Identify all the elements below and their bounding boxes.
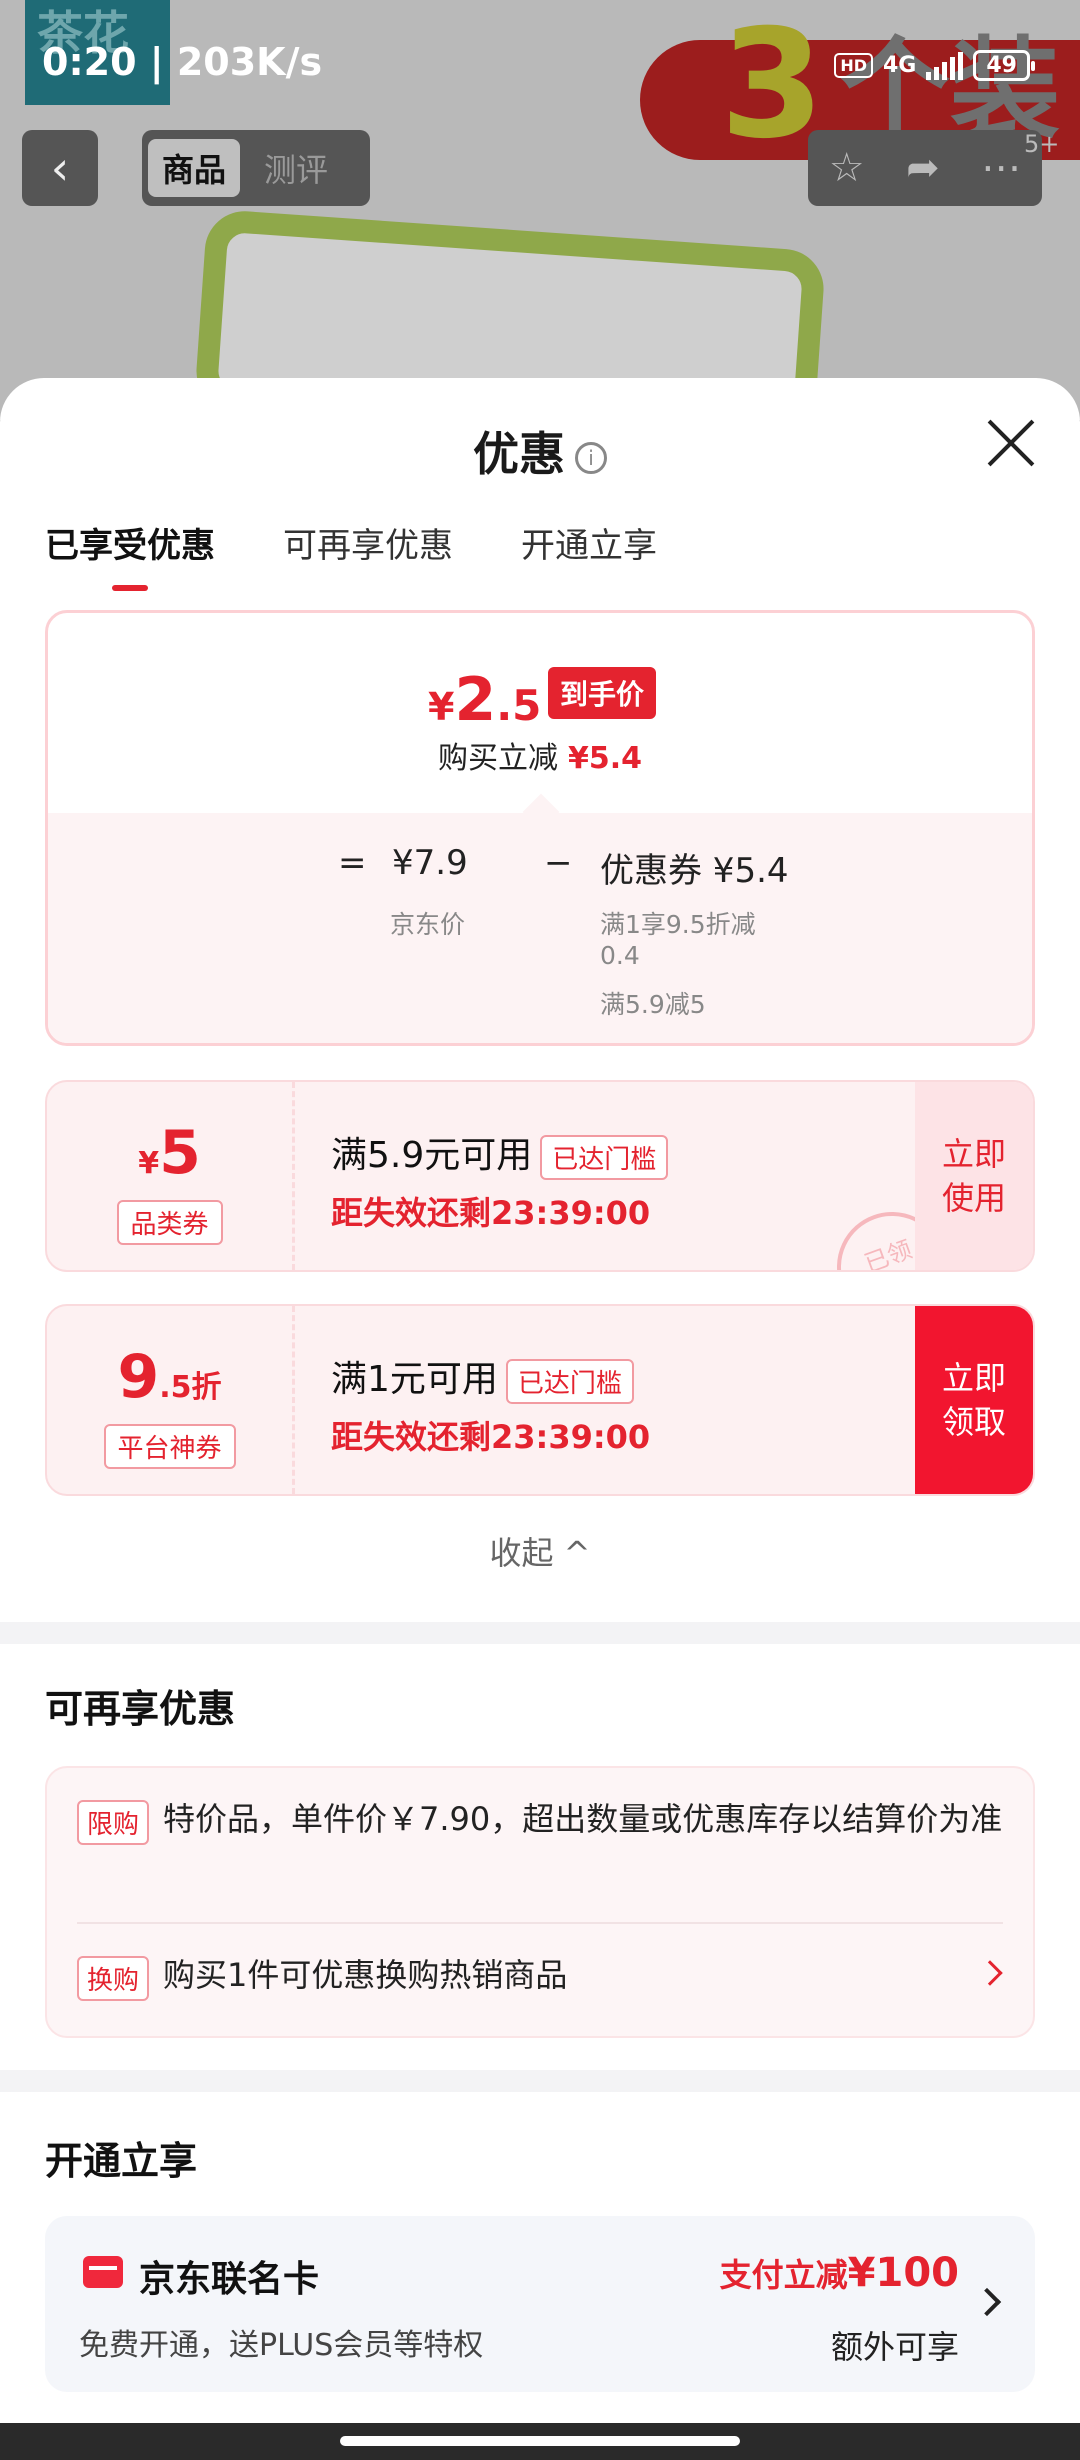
coupon-card: ¥5 品类券 满5.9元可用 已达门槛 距失效还剩23:39:00 已领 立即 使用 xyxy=(45,1080,1035,1272)
sheet-header: 优惠 i xyxy=(0,378,1080,481)
section-divider xyxy=(0,1622,1080,1644)
list-item: 限购 特价品，单件价￥7.90，超出数量或优惠库存以结算价为准 xyxy=(77,1794,1003,1845)
more-icon[interactable]: ⋯ xyxy=(981,145,1021,191)
nav-tabs: 商品 测评 xyxy=(142,130,370,206)
price-summary: ¥2.5 到手价 购买立减 ¥5.4 = ¥7.9 − 优惠券 ¥5.4 京东价 … xyxy=(45,610,1035,1046)
coupon-yen: ¥ xyxy=(138,1146,160,1181)
exchange-tag: 换购 xyxy=(77,1956,150,2001)
status-time: 0:20 | 203K/s xyxy=(42,40,323,84)
card-reduce: 支付立减¥100 xyxy=(720,2250,959,2296)
discount-tabs: 已享受优惠 可再享优惠 开通立享 xyxy=(45,518,657,591)
coupon-condition-text: 满5.9元可用 xyxy=(331,1135,533,1176)
coupon-expire: 距失效还剩23:39:00 xyxy=(331,1418,651,1456)
reduce-line: 购买立减 ¥5.4 xyxy=(48,733,1032,777)
price-breakdown: = ¥7.9 − 优惠券 ¥5.4 京东价 满1享9.5折减 0.4 满5.9减… xyxy=(48,813,1032,1043)
coupon-value: ¥5 xyxy=(47,1118,292,1188)
coupon-type-tag: 平台神券 xyxy=(103,1424,236,1469)
card-name: 京东联名卡 xyxy=(139,2259,320,2300)
more-discount-box: 限购 特价品，单件价￥7.90，超出数量或优惠库存以结算价为准 换购 购买1件可… xyxy=(45,1766,1035,2038)
use-now-button[interactable]: 立即 使用 xyxy=(915,1082,1033,1270)
coupon-amount: 9 xyxy=(117,1342,160,1412)
limit-tag: 限购 xyxy=(77,1800,150,1845)
home-indicator[interactable] xyxy=(340,2436,740,2446)
final-price: ¥2.5 xyxy=(428,665,541,735)
sheet-title: 优惠 i xyxy=(0,418,1080,484)
limit-text: 特价品，单件价￥7.90，超出数量或优惠库存以结算价为准 xyxy=(163,1800,1003,1838)
chevron-right-icon[interactable] xyxy=(972,2287,1002,2317)
section-divider xyxy=(0,2070,1080,2092)
sheet-title-text: 优惠 xyxy=(473,427,565,481)
final-price-tag: 到手价 xyxy=(548,667,657,719)
divider xyxy=(77,1922,1003,1924)
tab-enjoyed[interactable]: 已享受优惠 xyxy=(45,518,215,591)
coupon-amount: 5 xyxy=(159,1118,201,1188)
nav-actions: ☆ ➦ ⋯ xyxy=(808,130,1042,206)
back-button[interactable]: ‹ xyxy=(22,130,98,206)
coupon-card: 9.5折 平台神券 满1元可用 已达门槛 距失效还剩23:39:00 立即领取 xyxy=(45,1304,1035,1496)
hd-icon: HD xyxy=(834,53,873,78)
coupon-condition: 满5.9元可用 已达门槛 xyxy=(331,1126,669,1180)
final-price-yen: ¥ xyxy=(428,685,455,729)
coupon-type-tag: 品类券 xyxy=(116,1200,223,1245)
tab-product[interactable]: 商品 xyxy=(148,139,241,197)
final-price-int: 2 xyxy=(454,665,497,735)
signal-icon xyxy=(926,51,964,80)
exchange-text: 购买1件可优惠换购热销商品 xyxy=(163,1956,568,1994)
coupon-condition: 满1元可用 已达门槛 xyxy=(331,1350,634,1404)
discount-sheet: 优惠 i 已享受优惠 可再享优惠 开通立享 ¥2.5 到手价 购买立减 ¥5.4 =… xyxy=(0,378,1080,2423)
coupon-rule-1: 满1享9.5折减 xyxy=(600,910,756,939)
status-bar: 0:20 | 203K/s HD 4G 49 xyxy=(0,0,1080,120)
claim-now-line2: 领取 xyxy=(941,1403,1006,1441)
coupon-total: 优惠券 ¥5.4 xyxy=(600,851,789,891)
collapse-button[interactable]: 收起 ^ xyxy=(0,1528,1080,1574)
jd-price-label: 京东价 xyxy=(390,910,466,939)
claim-now-line1: 立即 xyxy=(941,1359,1006,1397)
tab-review[interactable]: 测评 xyxy=(250,139,342,197)
equals-sign: = xyxy=(338,843,367,883)
open-enjoy-title: 开通立享 xyxy=(45,2139,198,2183)
use-now-line1: 立即 xyxy=(941,1135,1006,1173)
credit-card-icon xyxy=(83,2256,123,2288)
coupon-condition-text: 满1元可用 xyxy=(331,1359,498,1400)
share-icon[interactable]: ➦ xyxy=(906,145,940,191)
jd-price: ¥7.9 xyxy=(392,843,468,883)
tab-more-available[interactable]: 可再享优惠 xyxy=(283,518,453,591)
card-desc: 免费开通，送PLUS会员等特权 xyxy=(79,2328,484,2363)
coupon-value-block: ¥5 品类券 xyxy=(47,1082,295,1270)
coupon-rule-1b: 0.4 xyxy=(600,941,640,970)
more-discount-title: 可再享优惠 xyxy=(45,1687,236,1731)
tab-open-enjoy[interactable]: 开通立享 xyxy=(521,518,657,591)
use-now-line2: 使用 xyxy=(941,1179,1006,1217)
card-reduce-value: ¥100 xyxy=(847,2250,959,2296)
cart-count-badge: 5+ xyxy=(1024,130,1060,158)
minus-sign: − xyxy=(544,843,573,883)
battery-icon: 49 xyxy=(973,50,1035,81)
reduce-label: 购买立减 xyxy=(437,741,558,776)
coupon-discount-suffix: .5折 xyxy=(159,1370,222,1405)
network-label: 4G xyxy=(883,53,917,78)
claim-now-button[interactable]: 立即 领取 xyxy=(915,1306,1033,1494)
coupon-threshold-tag: 已达门槛 xyxy=(540,1134,669,1180)
coupon-value: 9.5折 xyxy=(47,1342,292,1412)
star-icon[interactable]: ☆ xyxy=(829,145,865,191)
info-icon[interactable]: i xyxy=(575,441,607,474)
price-top: ¥2.5 到手价 购买立减 ¥5.4 xyxy=(48,613,1032,813)
card-extra: 额外可享 xyxy=(830,2328,959,2366)
final-price-dec: .5 xyxy=(496,681,542,730)
status-icons: HD 4G 49 xyxy=(834,50,1035,81)
close-icon[interactable] xyxy=(986,418,1036,468)
co-branded-card[interactable]: 京东联名卡 免费开通，送PLUS会员等特权 支付立减¥100 额外可享 xyxy=(45,2216,1035,2392)
exchange-item[interactable]: 换购 购买1件可优惠换购热销商品 xyxy=(77,1950,1003,2001)
coupon-expire: 距失效还剩23:39:00 xyxy=(331,1194,651,1232)
coupon-value-block: 9.5折 平台神券 xyxy=(47,1306,295,1494)
reduce-value: ¥5.4 xyxy=(567,741,643,776)
coupon-threshold-tag: 已达门槛 xyxy=(505,1358,634,1404)
card-reduce-label: 支付立减 xyxy=(719,2256,848,2294)
coupon-rule-2: 满5.9减5 xyxy=(600,990,706,1019)
